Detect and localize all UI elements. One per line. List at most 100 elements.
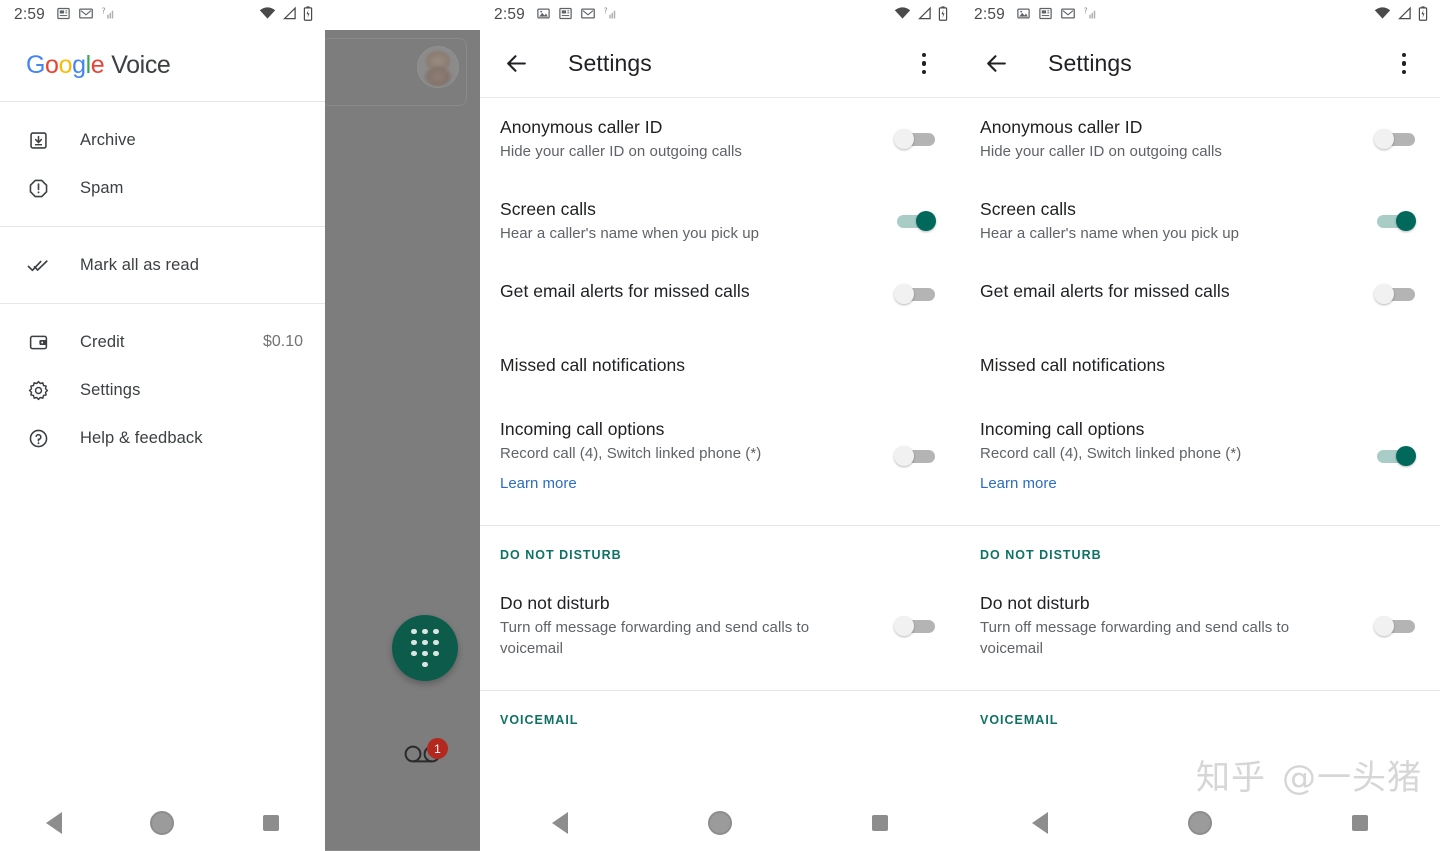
android-navigation-bar <box>480 795 960 851</box>
home-circle-icon <box>1188 811 1212 835</box>
overflow-menu-icon[interactable] <box>906 44 942 84</box>
setting-toggle-container <box>1364 211 1420 231</box>
setting-row-screen-calls[interactable]: Screen calls Hear a caller's name when y… <box>480 180 960 262</box>
svg-text:?: ? <box>102 6 106 15</box>
wifi-icon <box>894 6 911 24</box>
sidebar-item-spam[interactable]: Spam <box>0 164 325 212</box>
back-arrow-icon[interactable] <box>976 44 1016 84</box>
sidebar-item-mark-all-as-read[interactable]: Mark all as read <box>0 241 325 289</box>
nav-recents-button[interactable] <box>852 795 908 851</box>
wifi-icon <box>1374 6 1391 24</box>
nav-recents-button[interactable] <box>1332 795 1388 851</box>
credit-balance-value: $0.10 <box>262 333 303 350</box>
setting-title: Get email alerts for missed calls <box>980 281 1230 301</box>
watermark-handle: @一头猪 <box>1282 758 1422 798</box>
avatar[interactable] <box>417 46 459 88</box>
setting-texts: Anonymous caller ID Hide your caller ID … <box>980 116 1364 162</box>
status-bar: 2:59 ? <box>480 0 960 30</box>
sidebar-item-label: Settings <box>80 380 141 399</box>
setting-row-do-not-disturb[interactable]: Do not disturb Turn off message forwardi… <box>480 574 960 677</box>
image-icon <box>536 6 551 25</box>
toggle-anonymous-caller-id[interactable] <box>894 129 940 149</box>
setting-toggle-container <box>1364 129 1420 149</box>
setting-title: Incoming call options <box>980 419 1145 439</box>
voicemail-tab[interactable]: 1 <box>403 738 448 776</box>
drawer-group-account: Credit $0.10 Settings Help & feedback <box>0 304 325 476</box>
setting-row-email-alerts[interactable]: Get email alerts for missed calls <box>480 262 960 326</box>
row-spacer <box>960 326 1440 336</box>
nav-home-button[interactable] <box>1172 795 1228 851</box>
setting-texts: Incoming call options Record call (4), S… <box>980 418 1364 494</box>
toggle-incoming-call-options[interactable] <box>894 446 940 466</box>
nav-recents-button[interactable] <box>243 795 299 851</box>
setting-row-incoming-call-options[interactable]: Incoming call options Record call (4), S… <box>480 400 960 512</box>
toggle-do-not-disturb[interactable] <box>894 615 940 636</box>
setting-row-do-not-disturb[interactable]: Do not disturb Turn off message forwardi… <box>960 574 1440 677</box>
learn-more-link[interactable]: Learn more <box>980 473 1057 494</box>
status-bar-time: 2:59 <box>14 6 45 23</box>
back-arrow-icon[interactable] <box>496 44 536 84</box>
gmail-icon <box>580 6 596 25</box>
status-bar: 2:59 ? <box>0 0 325 30</box>
setting-row-anonymous-caller-id[interactable]: Anonymous caller ID Hide your caller ID … <box>960 98 1440 180</box>
sidebar-item-archive[interactable]: Archive <box>0 116 325 164</box>
setting-row-missed-call-notifications[interactable]: Missed call notifications <box>480 336 960 400</box>
nav-home-button[interactable] <box>134 795 190 851</box>
toggle-anonymous-caller-id[interactable] <box>1374 129 1420 149</box>
back-triangle-icon <box>1032 812 1048 834</box>
nav-home-button[interactable] <box>692 795 748 851</box>
nav-back-button[interactable] <box>1012 795 1068 851</box>
setting-title: Incoming call options <box>500 419 665 439</box>
setting-row-email-alerts[interactable]: Get email alerts for missed calls <box>960 262 1440 326</box>
android-navigation-bar <box>960 795 1440 851</box>
setting-title: Missed call notifications <box>980 355 1166 375</box>
setting-subtitle: Record call (4), Switch linked phone (*) <box>980 445 1242 462</box>
scrim-status-bar <box>325 0 480 30</box>
setting-title: Anonymous caller ID <box>500 117 663 137</box>
sidebar-item-credit[interactable]: Credit $0.10 <box>0 318 325 366</box>
setting-row-missed-call-notifications[interactable]: Missed call notifications <box>960 336 1440 400</box>
toggle-email-alerts[interactable] <box>894 284 940 304</box>
learn-more-link[interactable]: Learn more <box>500 473 577 494</box>
voicemail-unread-badge: 1 <box>427 738 448 759</box>
back-triangle-icon <box>552 812 568 834</box>
overflow-menu-icon[interactable] <box>1386 44 1422 84</box>
nav-back-button[interactable] <box>26 795 82 851</box>
setting-texts: Screen calls Hear a caller's name when y… <box>980 198 1364 244</box>
watermark-site: 知乎 <box>1196 758 1266 798</box>
setting-texts: Get email alerts for missed calls <box>500 280 884 302</box>
setting-row-incoming-call-options[interactable]: Incoming call options Record call (4), S… <box>960 400 1440 512</box>
toggle-incoming-call-options[interactable] <box>1374 446 1420 466</box>
setting-row-screen-calls[interactable]: Screen calls Hear a caller's name when y… <box>960 180 1440 262</box>
status-bar-system-icons <box>1374 5 1428 25</box>
setting-title: Screen calls <box>980 199 1076 219</box>
setting-texts: Missed call notifications <box>980 354 1364 376</box>
setting-toggle-container <box>1364 615 1420 636</box>
battery-icon <box>938 5 948 25</box>
nav-back-button[interactable] <box>532 795 588 851</box>
sidebar-item-label: Help & feedback <box>80 428 203 447</box>
gmail-icon <box>1060 6 1076 25</box>
toggle-screen-calls[interactable] <box>894 211 940 231</box>
logo-letter-o2: o <box>58 51 73 79</box>
section-header-voicemail: VOICEMAIL <box>500 713 579 727</box>
sidebar-item-settings[interactable]: Settings <box>0 366 325 414</box>
setting-title: Missed call notifications <box>500 355 686 375</box>
toggle-do-not-disturb[interactable] <box>1374 615 1420 636</box>
dialpad-fab[interactable] <box>392 615 458 681</box>
toggle-email-alerts[interactable] <box>1374 284 1420 304</box>
setting-toggle-container <box>884 211 940 231</box>
toggle-screen-calls[interactable] <box>1374 211 1420 231</box>
setting-texts: Screen calls Hear a caller's name when y… <box>500 198 884 244</box>
settings-list: Anonymous caller ID Hide your caller ID … <box>960 98 1440 739</box>
setting-row-anonymous-caller-id[interactable]: Anonymous caller ID Hide your caller ID … <box>480 98 960 180</box>
screenshot-root: 2:59 ? Google Voice Archive Spam Mark al… <box>0 0 1440 851</box>
scrim-overlay[interactable] <box>325 30 480 795</box>
section-header-voicemail: VOICEMAIL <box>980 713 1059 727</box>
sidebar-item-help-and-feedback[interactable]: Help & feedback <box>0 414 325 462</box>
status-bar-notification-icons: ? <box>1016 6 1098 25</box>
logo-product-name: Voice <box>111 51 171 79</box>
settings-list: Anonymous caller ID Hide your caller ID … <box>480 98 960 739</box>
